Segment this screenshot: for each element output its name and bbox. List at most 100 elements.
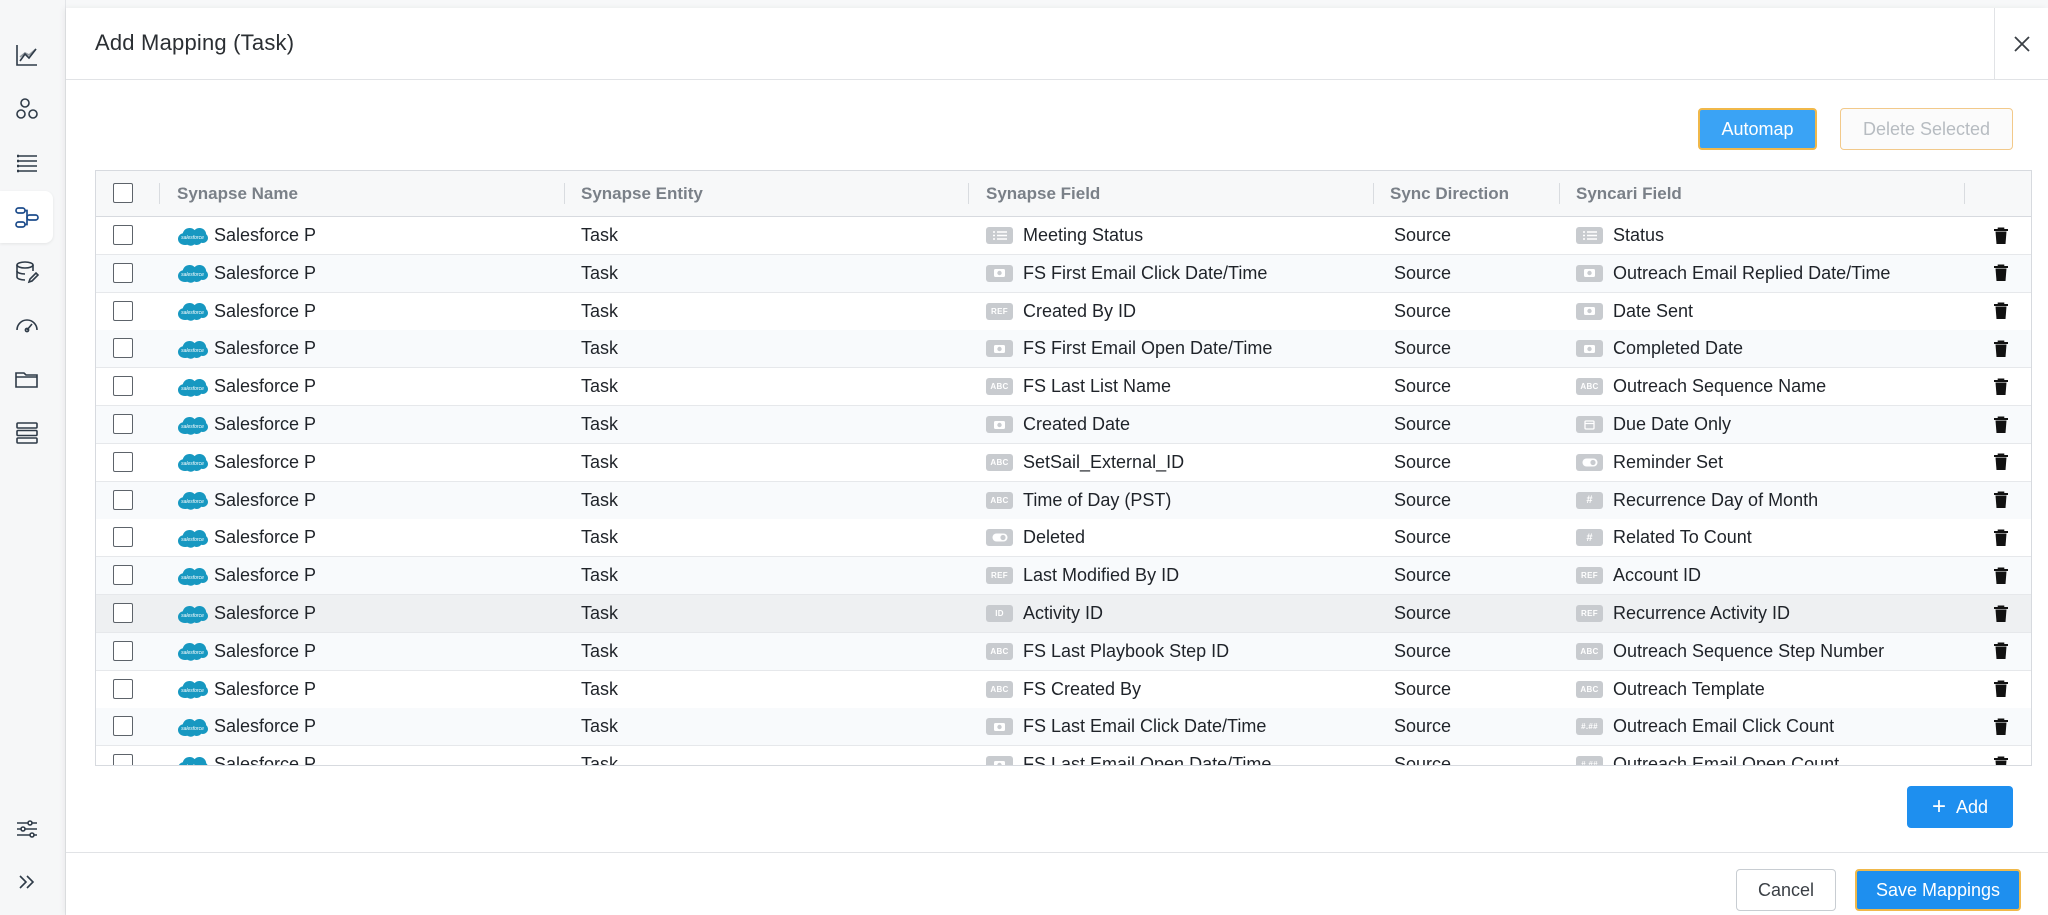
syncari-field-cell[interactable]: ABC Outreach Sequence Step Number: [1576, 633, 1884, 670]
save-mappings-button[interactable]: Save Mappings: [1855, 869, 2021, 911]
delete-row-button[interactable]: [1993, 671, 2009, 708]
delete-row-button[interactable]: [1993, 368, 2009, 405]
row-checkbox[interactable]: [113, 640, 133, 661]
trash-icon[interactable]: [1993, 416, 2009, 434]
table-row[interactable]: salesforce Salesforce P Task FS First Email…: [96, 254, 2031, 293]
delete-row-button[interactable]: [1993, 746, 2009, 766]
row-checkbox[interactable]: [113, 527, 133, 548]
column-header-synapse-entity[interactable]: Synapse Entity: [581, 171, 703, 216]
sync-direction-cell[interactable]: Source: [1394, 293, 1451, 330]
synapse-field-cell[interactable]: FS Last Email Open Date/Time: [986, 746, 1271, 765]
sync-direction-cell[interactable]: Source: [1394, 406, 1451, 443]
synapse-field-cell[interactable]: ABC Time of Day (PST): [986, 482, 1171, 519]
sync-direction-cell[interactable]: Source: [1394, 255, 1451, 292]
syncari-field-cell[interactable]: Due Date Only: [1576, 406, 1731, 443]
sync-direction-cell[interactable]: Source: [1394, 708, 1451, 745]
delete-selected-button[interactable]: Delete Selected: [1840, 108, 2013, 150]
sync-direction-cell[interactable]: Source: [1394, 633, 1451, 670]
trash-icon[interactable]: [1993, 756, 2009, 766]
table-row[interactable]: salesforce Salesforce P Task ABC FS Created …: [96, 670, 2031, 709]
synapse-field-cell[interactable]: FS Last Email Click Date/Time: [986, 708, 1266, 745]
row-checkbox[interactable]: [113, 300, 133, 321]
syncari-field-cell[interactable]: # Recurrence Day of Month: [1576, 482, 1818, 519]
table-row[interactable]: salesforce Salesforce P Task Created Date So…: [96, 406, 2031, 444]
synapse-field-cell[interactable]: Deleted: [986, 519, 1085, 556]
table-row[interactable]: salesforce Salesforce P Task Meeting Status…: [96, 217, 2031, 255]
sync-direction-cell[interactable]: Source: [1394, 330, 1451, 367]
dashboard-gauge-icon[interactable]: [0, 299, 53, 351]
delete-row-button[interactable]: [1993, 330, 2009, 367]
delete-row-button[interactable]: [1993, 557, 2009, 594]
synapse-field-cell[interactable]: REF Last Modified By ID: [986, 557, 1179, 594]
syncari-field-cell[interactable]: Reminder Set: [1576, 444, 1723, 481]
sync-direction-cell[interactable]: Source: [1394, 217, 1451, 254]
delete-row-button[interactable]: [1993, 217, 2009, 254]
syncari-field-cell[interactable]: Completed Date: [1576, 330, 1743, 367]
row-checkbox[interactable]: [113, 678, 133, 699]
trash-icon[interactable]: [1993, 680, 2009, 698]
table-row[interactable]: salesforce Salesforce P Task FS First Email…: [96, 330, 2031, 369]
trash-icon[interactable]: [1993, 529, 2009, 547]
table-row[interactable]: salesforce Salesforce P Task ABC SetSail_Ext…: [96, 443, 2031, 482]
database-edit-icon[interactable]: [0, 246, 53, 298]
trash-icon[interactable]: [1993, 453, 2009, 471]
row-checkbox[interactable]: [113, 376, 133, 397]
synapse-field-cell[interactable]: Meeting Status: [986, 217, 1143, 254]
table-row[interactable]: salesforce Salesforce P Task REF Created By …: [96, 292, 2031, 331]
sync-direction-cell[interactable]: Source: [1394, 482, 1451, 519]
syncari-field-cell[interactable]: #.## Outreach Email Open Count: [1576, 746, 1839, 765]
table-row[interactable]: salesforce Salesforce P Task ABC FS Last Lis…: [96, 368, 2031, 407]
delete-row-button[interactable]: [1993, 595, 2009, 632]
column-header-sync-direction[interactable]: Sync Direction: [1390, 171, 1509, 216]
trash-icon[interactable]: [1993, 264, 2009, 282]
trash-icon[interactable]: [1993, 302, 2009, 320]
sync-direction-cell[interactable]: Source: [1394, 595, 1451, 632]
synapse-field-cell[interactable]: FS First Email Click Date/Time: [986, 255, 1267, 292]
folder-icon[interactable]: [0, 353, 53, 405]
table-row[interactable]: salesforce Salesforce P Task ID Activity ID S…: [96, 595, 2031, 633]
sync-direction-cell[interactable]: Source: [1394, 671, 1451, 708]
cancel-button[interactable]: Cancel: [1736, 869, 1836, 911]
column-header-syncari-field[interactable]: Syncari Field: [1576, 171, 1682, 216]
delete-row-button[interactable]: [1993, 293, 2009, 330]
delete-row-button[interactable]: [1993, 519, 2009, 556]
add-mapping-button[interactable]: + Add: [1907, 786, 2013, 828]
sync-direction-cell[interactable]: Source: [1394, 557, 1451, 594]
sync-direction-cell[interactable]: Source: [1394, 368, 1451, 405]
table-row[interactable]: salesforce Salesforce P Task ABC FS Last Pla…: [96, 632, 2031, 671]
close-button[interactable]: [1994, 8, 2048, 79]
syncari-field-cell[interactable]: #.## Outreach Email Click Count: [1576, 708, 1834, 745]
sync-direction-cell[interactable]: Source: [1394, 519, 1451, 556]
automap-button[interactable]: Automap: [1698, 108, 1817, 150]
delete-row-button[interactable]: [1993, 633, 2009, 670]
synapse-field-cell[interactable]: REF Created By ID: [986, 293, 1136, 330]
mapping-flow-icon[interactable]: [0, 191, 53, 243]
sync-direction-cell[interactable]: Source: [1394, 444, 1451, 481]
syncari-field-cell[interactable]: ABC Outreach Sequence Name: [1576, 368, 1826, 405]
row-checkbox[interactable]: [113, 225, 133, 245]
trash-icon[interactable]: [1993, 378, 2009, 396]
stacked-records-icon[interactable]: [0, 407, 53, 459]
table-row[interactable]: salesforce Salesforce P Task ABC Time of Day…: [96, 481, 2031, 520]
delete-row-button[interactable]: [1993, 406, 2009, 443]
trash-icon[interactable]: [1993, 227, 2009, 245]
trash-icon[interactable]: [1993, 642, 2009, 660]
trash-icon[interactable]: [1993, 567, 2009, 585]
entity-network-icon[interactable]: [0, 83, 53, 135]
syncari-field-cell[interactable]: REF Recurrence Activity ID: [1576, 595, 1790, 632]
table-row[interactable]: salesforce Salesforce P Task FS Last Email …: [96, 746, 2031, 766]
row-checkbox[interactable]: [113, 565, 133, 586]
trash-icon[interactable]: [1993, 605, 2009, 623]
delete-row-button[interactable]: [1993, 708, 2009, 745]
sync-direction-cell[interactable]: Source: [1394, 746, 1451, 765]
row-checkbox[interactable]: [113, 603, 133, 623]
trash-icon[interactable]: [1993, 340, 2009, 358]
row-checkbox[interactable]: [113, 262, 133, 283]
synapse-field-cell[interactable]: ABC FS Last Playbook Step ID: [986, 633, 1229, 670]
syncari-field-cell[interactable]: Status: [1576, 217, 1664, 254]
row-checkbox[interactable]: [113, 489, 133, 510]
row-checkbox[interactable]: [113, 414, 133, 434]
select-all-checkbox[interactable]: [113, 183, 133, 203]
syncari-field-cell[interactable]: REF Account ID: [1576, 557, 1701, 594]
trash-icon[interactable]: [1993, 491, 2009, 509]
